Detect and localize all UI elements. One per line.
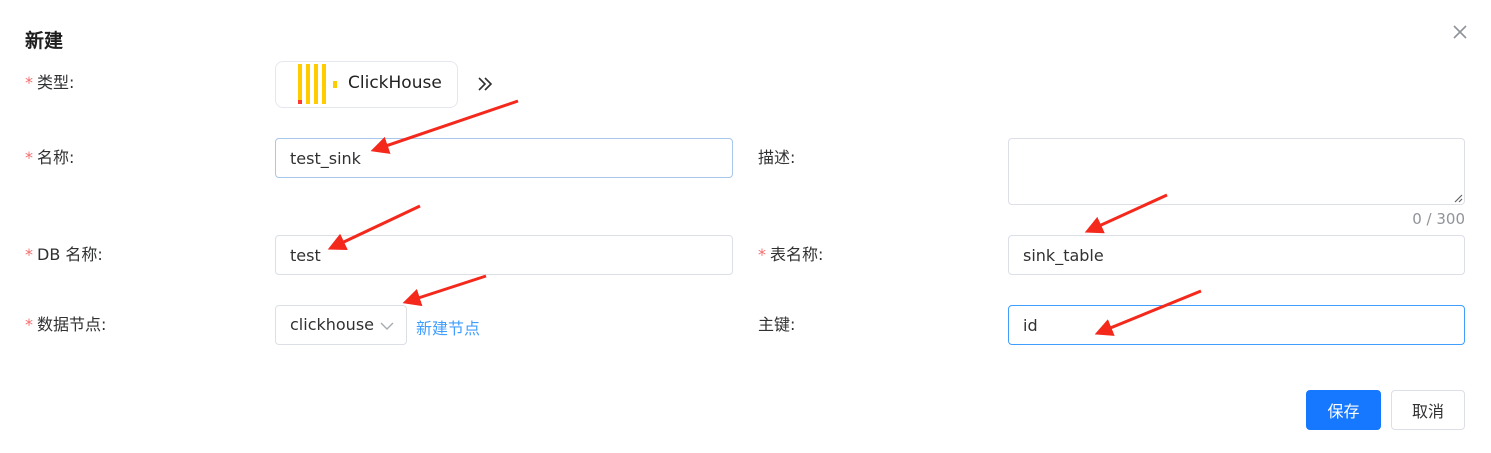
annotation-arrows: [327, 99, 1202, 336]
table-name-input[interactable]: [1008, 235, 1465, 275]
cancel-button[interactable]: 取消: [1391, 390, 1465, 430]
description-textarea[interactable]: [1008, 138, 1465, 205]
data-node-value: clickhouse: [290, 315, 374, 334]
double-chevron-right-icon[interactable]: [476, 74, 494, 94]
db-name-input[interactable]: [275, 235, 733, 275]
chevron-down-icon: [380, 322, 394, 330]
description-counter: 0 / 300: [1412, 210, 1465, 228]
create-node-link[interactable]: 新建节点: [416, 315, 480, 339]
clickhouse-logo-icon: [298, 64, 337, 104]
type-value: ClickHouse: [348, 73, 442, 93]
description-label: 描述:: [758, 148, 796, 167]
data-node-select[interactable]: clickhouse: [275, 305, 407, 345]
name-input[interactable]: [275, 138, 733, 178]
save-button[interactable]: 保存: [1306, 390, 1381, 430]
annotation-arrow-data-node: [402, 274, 487, 307]
name-label: * 名称:: [25, 148, 75, 167]
primary-key-label: 主键:: [758, 315, 796, 334]
data-node-label: * 数据节点:: [25, 315, 107, 334]
primary-key-input[interactable]: [1008, 305, 1465, 345]
type-label: * 类型:: [25, 73, 75, 92]
resize-handle-icon[interactable]: [1452, 192, 1463, 203]
type-card-clickhouse[interactable]: ClickHouse: [275, 61, 458, 108]
close-icon[interactable]: [1450, 22, 1470, 42]
dialog-title: 新建: [25, 30, 64, 52]
db-name-label: * DB 名称:: [25, 245, 103, 264]
table-name-label: * 表名称:: [758, 245, 824, 264]
